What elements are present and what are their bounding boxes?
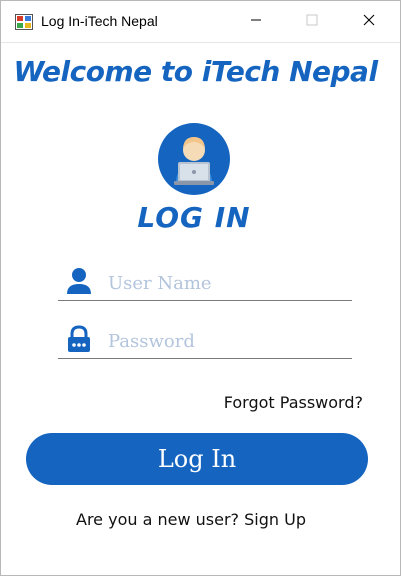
- password-field: [58, 321, 352, 359]
- signup-link[interactable]: Sign Up: [244, 510, 306, 529]
- signup-prompt: Are you a new user? Sign Up: [1, 510, 381, 529]
- login-heading: LOG IN: [137, 201, 251, 234]
- password-input[interactable]: [108, 327, 348, 355]
- lock-icon: [66, 325, 92, 353]
- title-bar[interactable]: Log In-iTech Nepal: [1, 1, 400, 43]
- signup-question: Are you a new user?: [76, 510, 240, 529]
- user-icon: [66, 267, 92, 295]
- close-icon: [363, 13, 375, 31]
- forgot-password-link[interactable]: Forgot Password?: [224, 393, 363, 412]
- maximize-icon: [306, 13, 318, 31]
- welcome-heading: Welcome to iTech Nepal: [13, 55, 378, 88]
- app-icon: [15, 14, 33, 30]
- username-field: [58, 263, 352, 301]
- login-button[interactable]: Log In: [26, 433, 368, 485]
- window-title: Log In-iTech Nepal: [41, 13, 158, 29]
- minimize-button[interactable]: [233, 1, 279, 43]
- login-window: Log In-iTech Nepal Welcome to iTech Nepa…: [0, 0, 401, 576]
- close-button[interactable]: [346, 1, 392, 43]
- minimize-icon: [250, 13, 262, 31]
- user-at-laptop-icon: [158, 123, 230, 195]
- username-input[interactable]: [108, 269, 348, 297]
- maximize-button[interactable]: [289, 1, 335, 43]
